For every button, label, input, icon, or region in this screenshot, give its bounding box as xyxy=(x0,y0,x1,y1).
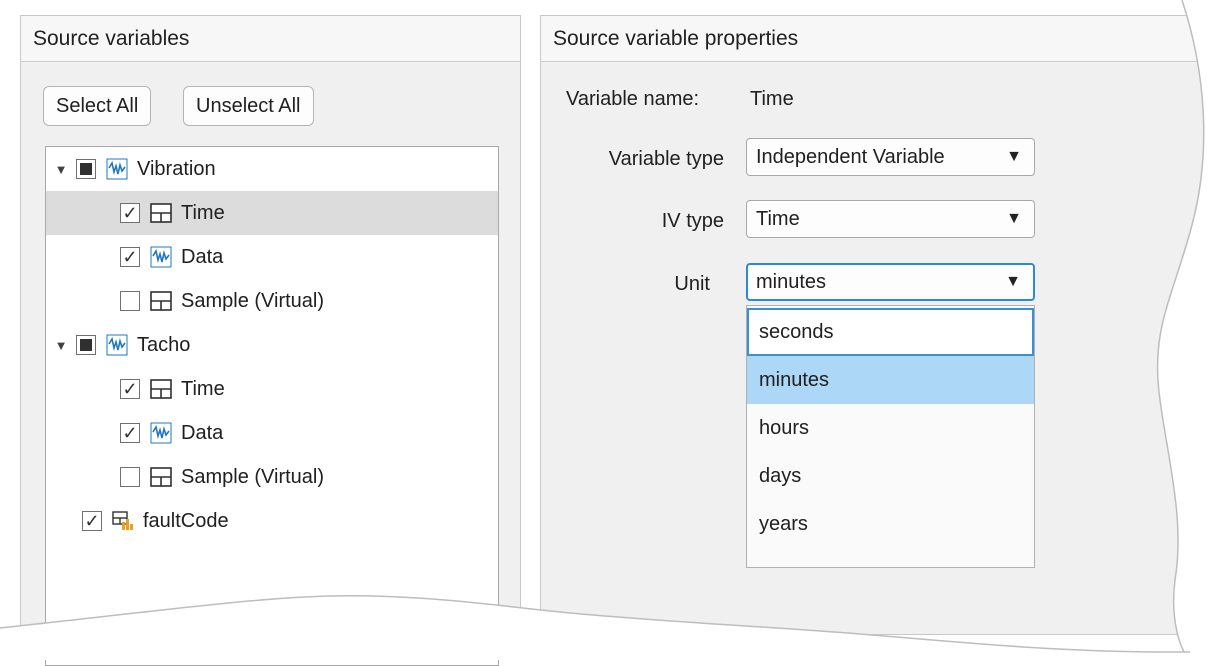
tree-row-vibration-data[interactable]: ✓ Data xyxy=(46,235,498,279)
source-variables-title: Source variables xyxy=(21,16,520,62)
tree-row-label: Data xyxy=(181,245,224,268)
unit-option-seconds[interactable]: seconds xyxy=(747,308,1034,356)
select-all-button[interactable]: Select All xyxy=(43,86,152,126)
app-window: Source variables Select All Unselect All… xyxy=(0,0,1219,666)
tri-state-checkbox[interactable] xyxy=(76,335,96,355)
tree-row-tacho-data[interactable]: ✓ Data xyxy=(46,411,498,455)
unit-dropdown[interactable]: minutes ▼ xyxy=(746,263,1035,301)
tree-row-label: Sample (Virtual) xyxy=(181,465,325,488)
checkbox[interactable]: ✓ xyxy=(120,247,140,267)
source-variables-panel: Source variables Select All Unselect All… xyxy=(20,15,521,666)
unit-option-minutes[interactable]: minutes xyxy=(747,356,1034,404)
signal-icon xyxy=(106,158,128,180)
properties-title: Source variable properties xyxy=(541,16,1219,62)
signal-icon xyxy=(150,422,172,444)
table-icon xyxy=(150,466,172,488)
expand-arrow-icon[interactable]: ▼ xyxy=(54,162,68,177)
signal-icon xyxy=(106,334,128,356)
tri-state-checkbox[interactable] xyxy=(76,159,96,179)
table-icon xyxy=(150,202,172,224)
checkbox[interactable]: ✓ xyxy=(82,511,102,531)
tree-row-label: Time xyxy=(181,201,225,224)
dropdown-caret-icon: ▼ xyxy=(1006,148,1022,165)
variable-name-label: Variable name: xyxy=(566,88,700,110)
expand-arrow-icon[interactable]: ▼ xyxy=(54,338,68,353)
checkbox[interactable]: ✓ xyxy=(120,423,140,443)
tree-row-vibration-sample[interactable]: Sample (Virtual) xyxy=(46,279,498,323)
unit-label: Unit xyxy=(674,273,710,295)
iv-type-label: IV type xyxy=(661,210,724,232)
tree-row-label: faultCode xyxy=(143,509,229,532)
signal-icon xyxy=(150,246,172,268)
tree-row-vibration-time[interactable]: ✓ Time xyxy=(46,191,498,235)
tree-row-label: Sample (Virtual) xyxy=(181,289,325,312)
iv-type-value: Time xyxy=(756,208,800,230)
unit-option-days[interactable]: days xyxy=(747,452,1034,500)
tree-row-faultcode[interactable]: ✓ faultCode xyxy=(46,499,498,543)
variable-type-dropdown[interactable]: Independent Variable ▼ xyxy=(746,138,1035,176)
tree-row-vibration[interactable]: ▼ Vibration xyxy=(46,147,498,191)
checkbox[interactable] xyxy=(120,467,140,487)
unit-option-years[interactable]: years xyxy=(747,500,1034,548)
iv-type-dropdown[interactable]: Time ▼ xyxy=(746,200,1035,238)
checkbox[interactable] xyxy=(120,291,140,311)
variable-tree[interactable]: ▼ Vibration ✓ Time ✓ Data Sample (Virtua… xyxy=(45,146,499,666)
unselect-all-button[interactable]: Unselect All xyxy=(183,86,314,126)
unit-value: minutes xyxy=(756,271,827,293)
dropdown-caret-icon: ▼ xyxy=(1006,210,1022,227)
variable-name-value: Time xyxy=(750,88,794,110)
tree-row-label: Time xyxy=(181,377,225,400)
tree-row-label: Tacho xyxy=(137,333,191,356)
tree-row-label: Vibration xyxy=(137,157,216,180)
checkbox[interactable]: ✓ xyxy=(120,203,140,223)
dropdown-caret-icon: ▼ xyxy=(1005,273,1021,290)
tree-row-tacho-sample[interactable]: Sample (Virtual) xyxy=(46,455,498,499)
tree-row-tacho[interactable]: ▼ Tacho xyxy=(46,323,498,367)
tree-row-tacho-time[interactable]: ✓ Time xyxy=(46,367,498,411)
variable-type-label: Variable type xyxy=(608,148,724,170)
variable-type-value: Independent Variable xyxy=(756,146,945,168)
unit-options-list: seconds minutes hours days years xyxy=(746,305,1035,568)
unit-option-hours[interactable]: hours xyxy=(747,404,1034,452)
scalar-icon xyxy=(112,510,134,532)
tree-row-label: Data xyxy=(181,421,224,444)
checkbox[interactable]: ✓ xyxy=(120,379,140,399)
table-icon xyxy=(150,290,172,312)
table-icon xyxy=(150,378,172,400)
